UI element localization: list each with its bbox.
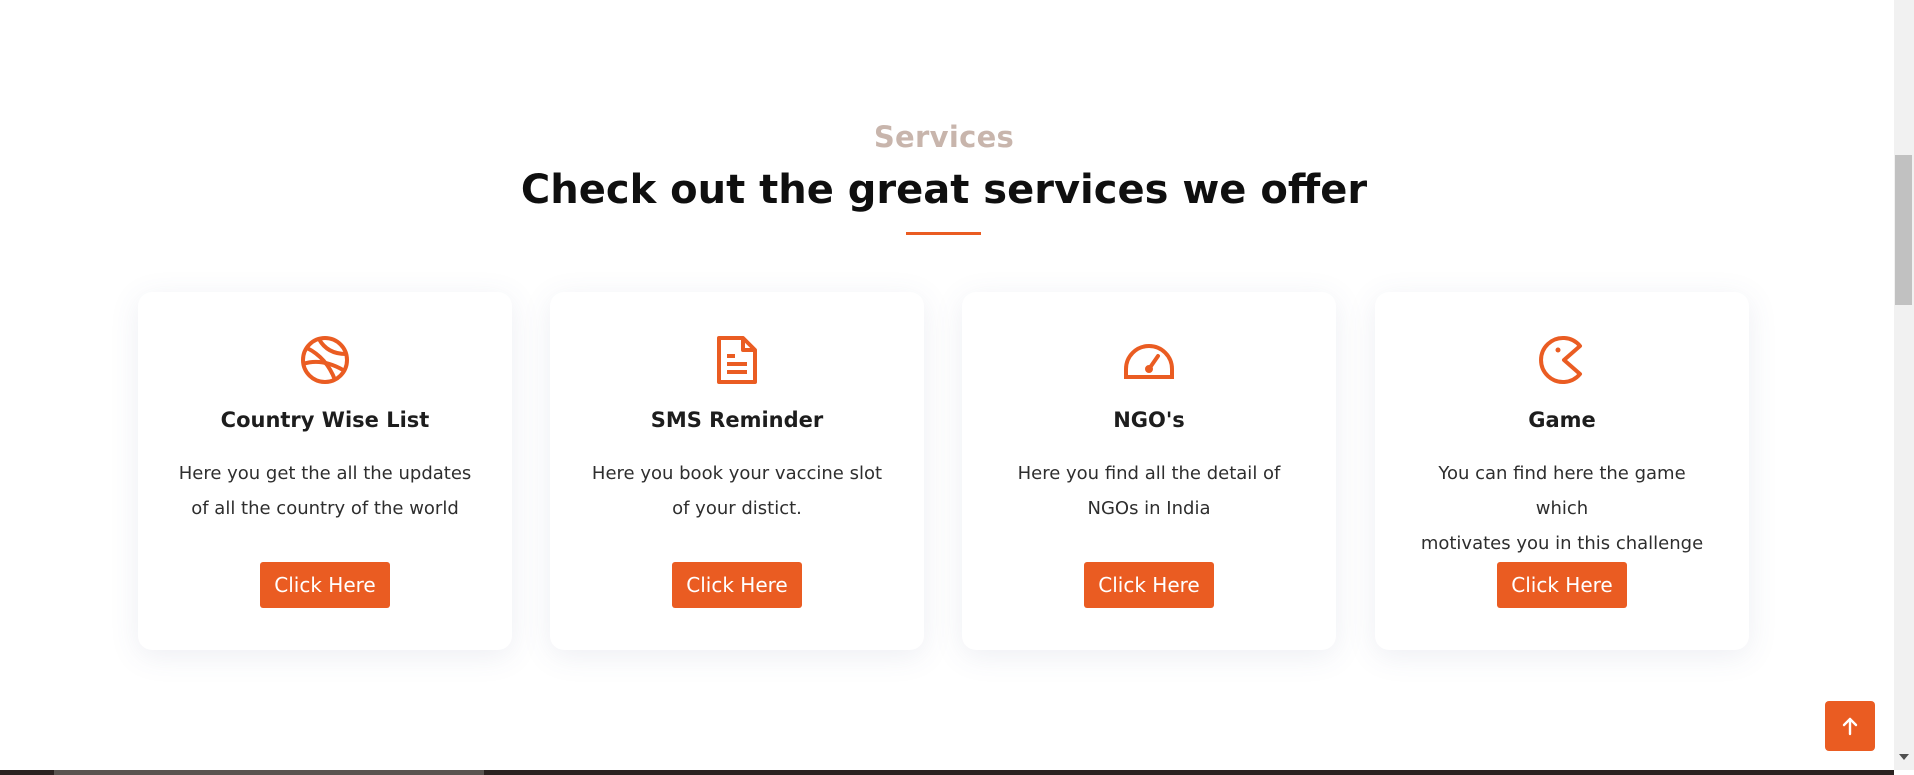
card-description-line: Here you get the all the updates	[178, 463, 472, 484]
card-title: NGO's	[1113, 408, 1185, 432]
service-card-sms-reminder: SMS Reminder Here you book your vaccine …	[550, 292, 924, 650]
card-description: Here you get the all the updates of all …	[176, 456, 474, 526]
card-description-line: motivates you in this challenge	[1420, 533, 1704, 554]
service-card-country-wise-list: Country Wise List Here you get the all t…	[138, 292, 512, 650]
scrollbar-thumb[interactable]	[1895, 155, 1912, 305]
service-card-game: Game You can find here the game which mo…	[1375, 292, 1749, 650]
document-icon	[550, 332, 924, 388]
card-description-line: Here you find all the detail of	[1017, 463, 1281, 484]
card-description-line: of your distict.	[672, 498, 802, 519]
scroll-down-arrow-icon[interactable]	[1899, 754, 1909, 760]
arrow-up-icon	[1842, 717, 1858, 736]
speedometer-icon	[962, 332, 1336, 388]
service-card-ngos: NGO's Here you find all the detail of NG…	[962, 292, 1336, 650]
vertical-scrollbar[interactable]	[1894, 0, 1914, 770]
section-title: Check out the great services we offer	[520, 167, 1368, 213]
card-description-line: You can find here the game which	[1438, 463, 1686, 519]
card-title: Game	[1528, 408, 1596, 432]
section-subtitle: Services	[873, 120, 1015, 154]
card-description: Here you book your vaccine slot of your …	[588, 456, 886, 526]
card-description-line: of all the country of the world	[191, 498, 459, 519]
basketball-icon	[138, 332, 512, 388]
card-title: SMS Reminder	[650, 408, 824, 432]
footer-edge-highlight	[54, 770, 484, 775]
card-description-line: Here you book your vaccine slot	[591, 463, 883, 484]
card-description: You can find here the game which motivat…	[1413, 456, 1711, 561]
section-divider	[906, 232, 981, 235]
pacman-icon	[1375, 332, 1749, 388]
click-here-button[interactable]: Click Here	[1497, 562, 1627, 608]
click-here-button[interactable]: Click Here	[260, 562, 390, 608]
click-here-button[interactable]: Click Here	[672, 562, 802, 608]
card-description-line: NGOs in India	[1087, 498, 1211, 519]
section-header: Services Check out the great services we…	[0, 120, 1888, 214]
back-to-top-button[interactable]	[1825, 701, 1875, 751]
card-title: Country Wise List	[220, 408, 430, 432]
services-page: Services Check out the great services we…	[0, 0, 1894, 770]
card-description: Here you find all the detail of NGOs in …	[1000, 456, 1298, 526]
click-here-button[interactable]: Click Here	[1084, 562, 1214, 608]
